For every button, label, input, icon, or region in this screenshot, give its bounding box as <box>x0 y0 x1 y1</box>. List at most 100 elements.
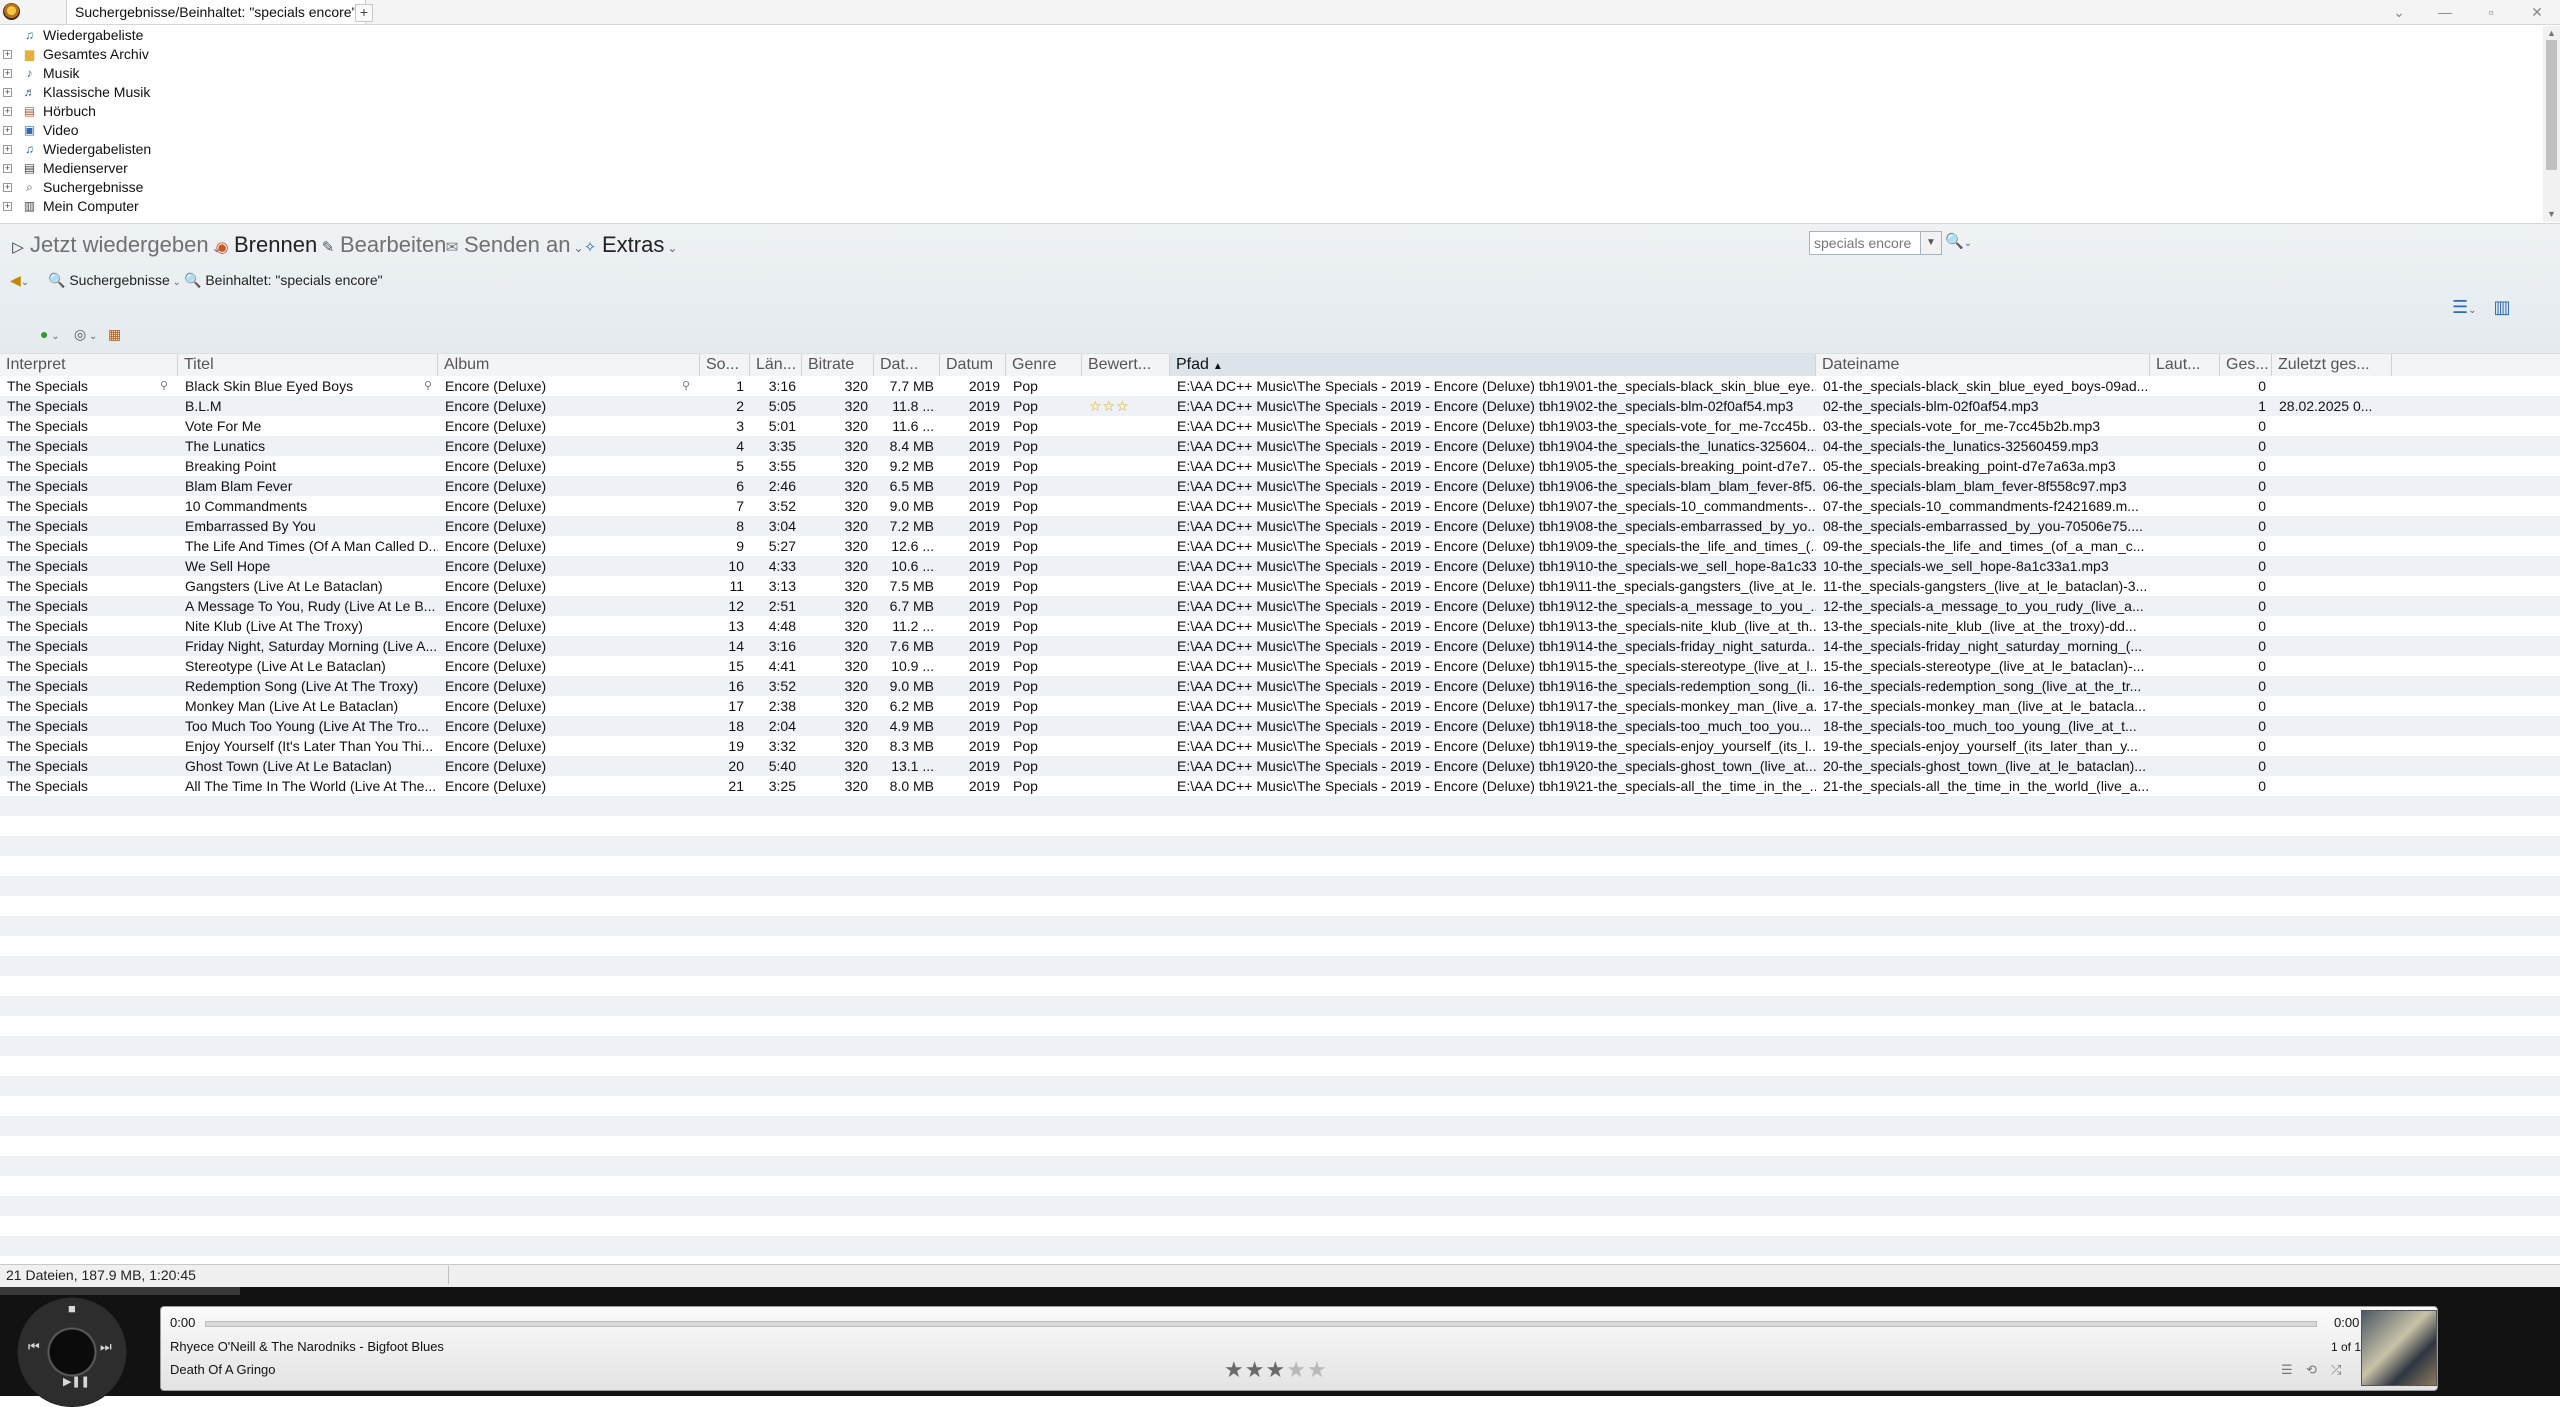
edit-button[interactable]: ✎ Bearbeiten <box>320 228 447 262</box>
breadcrumb-home-icon[interactable]: ◀⌄ <box>10 270 29 290</box>
link-icon[interactable]: ⚲ <box>682 379 690 392</box>
column-header[interactable]: Interpret <box>0 354 178 376</box>
close-button[interactable]: ✕ <box>2514 0 2560 24</box>
app-logo-icon[interactable] <box>3 3 20 20</box>
expand-icon[interactable]: + <box>3 69 12 78</box>
table-row[interactable]: The Specials The Life And Times (Of A Man… <box>0 536 2560 556</box>
burn-button[interactable]: ◉ Brennen <box>214 228 317 262</box>
column-header[interactable]: Datum <box>940 354 1006 376</box>
star-icon[interactable]: ★ <box>1307 1357 1328 1382</box>
table-row[interactable]: The Specials Stereotype (Live At Le Batac… <box>0 656 2560 676</box>
column-header[interactable]: Laut... <box>2150 354 2220 376</box>
column-header[interactable]: Bewert... <box>1082 354 1170 376</box>
table-row[interactable]: The Specials Embarrassed By You Encore (De… <box>0 516 2560 536</box>
search-dropdown-icon[interactable]: ▼ <box>1920 232 1941 254</box>
table-row[interactable]: The Specials Vote For Me Encore (Deluxe) 3 5… <box>0 416 2560 436</box>
table-row[interactable]: The Specials Too Much Too Young (Live At … <box>0 716 2560 736</box>
expand-icon[interactable]: + <box>3 126 12 135</box>
tools-icon: ✧ <box>583 239 597 256</box>
expand-icon[interactable]: + <box>3 202 12 211</box>
tree-scrollbar-thumb[interactable] <box>2546 40 2557 170</box>
next-icon[interactable]: ⏭ <box>100 1339 112 1355</box>
table-row[interactable]: The Specials Nite Klub (Live At The Troxy… <box>0 616 2560 636</box>
table-row[interactable]: The Specials All The Time In The World (L… <box>0 776 2560 796</box>
table-cell: ☆☆☆ <box>1089 398 1130 414</box>
chevron-down-icon[interactable]: ⌄ <box>2468 305 2476 316</box>
tab-search-results[interactable]: Suchergebnisse/Beinhaltet: "specials enc… <box>66 0 366 24</box>
details-view-icon[interactable]: ☰ <box>2452 297 2468 317</box>
table-row[interactable]: The Specials The Lunatics Encore (Deluxe) 4… <box>0 436 2560 456</box>
chevron-down-icon[interactable]: ⌄ <box>170 277 181 288</box>
table-cell: 15-the_specials-stereotype_(live_at_le_b… <box>1823 658 2145 674</box>
table-row[interactable]: The Specials Monkey Man (Live At Le Batac… <box>0 696 2560 716</box>
column-header[interactable]: Bitrate <box>802 354 874 376</box>
add-icon[interactable]: ● ⌄ <box>40 324 60 344</box>
table-row[interactable]: The Specials 10 Commandments Encore (Delux… <box>0 496 2560 516</box>
breadcrumb-search-results[interactable]: 🔍 Suchergebnisse ⌄ <box>48 270 181 290</box>
table-row[interactable]: The Specials Blam Blam Fever Encore (Delux… <box>0 476 2560 496</box>
table-row[interactable]: The Specials B.L.M Encore (Deluxe) 2 5:05 320… <box>0 396 2560 416</box>
extras-button[interactable]: ✧ Extras ⌄ <box>582 228 678 262</box>
table-row[interactable]: The Specials A Message To You, Rudy (Live… <box>0 596 2560 616</box>
add-tab-button[interactable]: + <box>355 4 373 22</box>
table-cell: 16 <box>728 678 744 694</box>
columns-view-icon[interactable]: ▥ <box>2494 297 2511 317</box>
previous-icon[interactable]: ⏮ <box>28 1339 40 1355</box>
star-icon[interactable]: ★ <box>1286 1357 1307 1382</box>
column-header[interactable]: Album <box>438 354 700 376</box>
star-icon[interactable]: ★ <box>1245 1357 1266 1382</box>
maximize-button[interactable]: ▫ <box>2468 0 2514 24</box>
column-header[interactable]: Dateiname <box>1816 354 2150 376</box>
send-to-button[interactable]: ✉ Senden an ⌄ <box>444 228 584 262</box>
column-header[interactable]: Zuletzt ges... <box>2272 354 2392 376</box>
grid-icon[interactable]: ▦ <box>108 324 121 344</box>
options-icon[interactable]: ◎ ⌄ <box>74 324 97 344</box>
table-row[interactable]: The Specials We Sell Hope Encore (Deluxe) 1… <box>0 556 2560 576</box>
link-icon[interactable]: ⚲ <box>424 379 432 392</box>
search-input[interactable] <box>1810 232 1922 254</box>
shuffle-icon[interactable]: ⤮ <box>2331 1362 2341 1378</box>
chevron-down-icon[interactable]: ⌄ <box>667 241 677 255</box>
expand-icon[interactable]: + <box>3 164 12 173</box>
now-playing-button[interactable]: ▷ Jetzt wiedergeben ⌄ <box>10 228 221 262</box>
column-header[interactable]: Titel <box>178 354 438 376</box>
window-menu-button[interactable]: ⌄ <box>2376 0 2422 24</box>
album-cover[interactable] <box>2361 1310 2437 1386</box>
column-header[interactable]: Genre <box>1006 354 1082 376</box>
breadcrumb-contains[interactable]: 🔍 Beinhaltet: "specials encore" <box>184 270 383 290</box>
playlist-icon[interactable]: ☰ <box>2281 1362 2293 1378</box>
star-icon[interactable]: ★ <box>1265 1357 1286 1382</box>
expand-icon[interactable]: + <box>3 107 12 116</box>
expand-icon[interactable]: + <box>3 88 12 97</box>
column-header[interactable]: Ges... <box>2220 354 2272 376</box>
table-row[interactable]: The Specials Gangsters (Live At Le Batacl… <box>0 576 2560 596</box>
rating-stars[interactable]: ★★★★★ <box>1224 1357 1328 1383</box>
table-cell: 14-the_specials-friday_night_saturday_mo… <box>1823 638 2143 654</box>
repeat-icon[interactable]: ⟲ <box>2306 1362 2317 1378</box>
column-header[interactable]: So... <box>700 354 750 376</box>
table-row[interactable]: The Specials Enjoy Yourself (It's Later T… <box>0 736 2560 756</box>
column-header[interactable]: Län... <box>750 354 802 376</box>
minimize-button[interactable]: — <box>2422 0 2468 24</box>
tree-scroll-up-icon[interactable]: ▲ <box>2543 26 2560 40</box>
table-row[interactable]: The Specials Friday Night, Saturday Morni… <box>0 636 2560 656</box>
column-header[interactable]: Dat... <box>874 354 940 376</box>
table-cell: 2019 <box>968 438 1000 454</box>
tree-scroll-down-icon[interactable]: ▼ <box>2543 207 2560 221</box>
table-row[interactable]: The Specials Redemption Song (Live At The… <box>0 676 2560 696</box>
table-row[interactable]: The Specials Black Skin Blue Eyed Boys Enc… <box>0 376 2560 396</box>
search-combobox[interactable]: ▼ <box>1809 231 1942 255</box>
table-row[interactable]: The Specials Breaking Point Encore (Deluxe… <box>0 456 2560 476</box>
column-header[interactable]: Pfad ▲ <box>1170 354 1816 376</box>
position-slider[interactable] <box>205 1321 2317 1327</box>
stop-icon[interactable]: ■ <box>68 1301 76 1316</box>
expand-icon[interactable]: + <box>3 145 12 154</box>
table-row[interactable]: The Specials Ghost Town (Live At Le Batac… <box>0 756 2560 776</box>
expand-icon[interactable]: + <box>3 183 12 192</box>
expand-icon[interactable]: + <box>3 50 12 59</box>
star-icon[interactable]: ★ <box>1224 1357 1245 1382</box>
play-pause-icon[interactable]: ▶❚❚ <box>63 1375 90 1388</box>
search-icon[interactable]: 🔍⌄ <box>1945 232 1979 252</box>
link-icon[interactable]: ⚲ <box>160 379 168 392</box>
table-cell: 02-the_specials-blm-02f0af54.mp3 <box>1823 398 2039 414</box>
